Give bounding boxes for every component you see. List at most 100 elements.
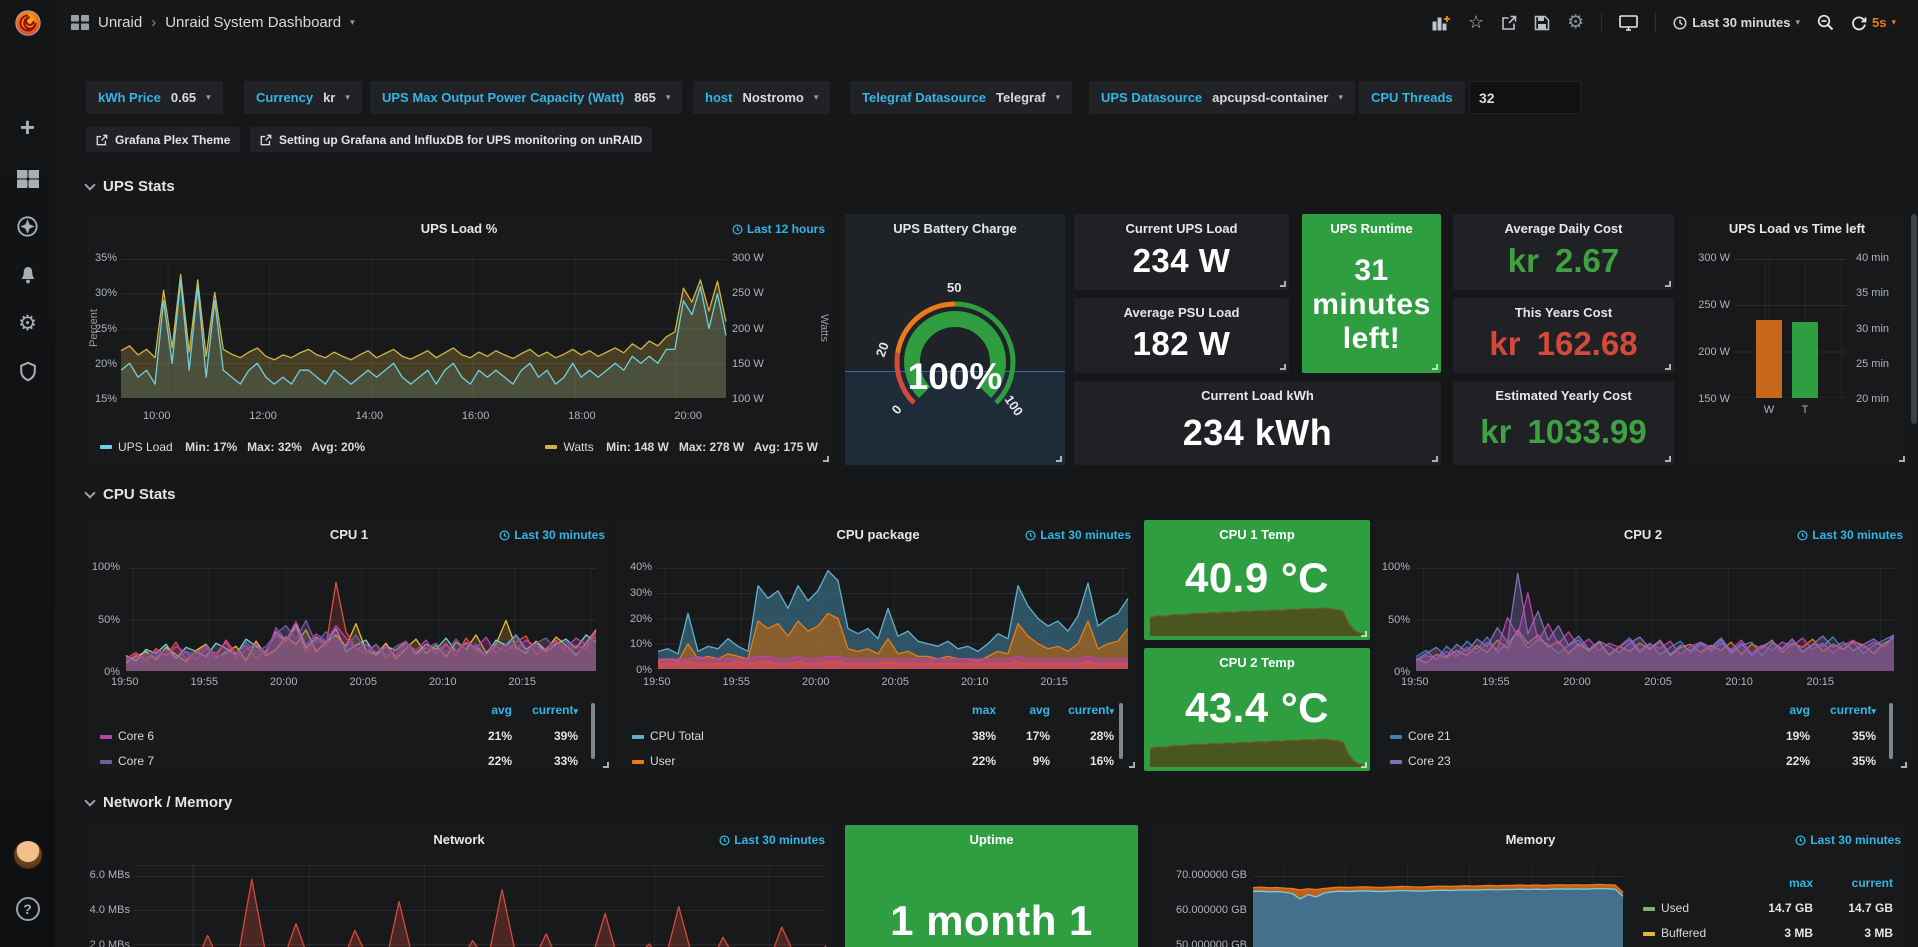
ups-vs-time-chart[interactable] [1734, 259, 1846, 398]
panel-resize-handle[interactable] [1665, 281, 1671, 287]
scrollbar-thumb[interactable] [1911, 214, 1917, 424]
network-chart[interactable] [134, 865, 826, 947]
legend-scrollbar[interactable] [591, 703, 595, 759]
variable-kwh-price[interactable]: kWh Price 0.65 ▾ [86, 81, 223, 114]
panel-resize-handle[interactable] [1432, 456, 1438, 462]
panel-resize-handle[interactable] [1901, 762, 1907, 768]
panel-title[interactable]: UPS Load vs Time left [1686, 221, 1908, 236]
avatar[interactable] [0, 838, 55, 872]
variable-telegraf-datasource[interactable]: Telegraf Datasource Telegraf ▾ [850, 81, 1072, 114]
legend-sort-current[interactable]: current▾ [512, 698, 578, 724]
panel-title[interactable]: UPS Load % [86, 221, 832, 236]
legend-item[interactable]: Core 23 [1390, 749, 1746, 774]
panel-resize-handle[interactable] [1129, 762, 1135, 768]
legend-item[interactable]: User [632, 749, 926, 774]
panel-resize-handle[interactable] [603, 762, 609, 768]
panel-resize-handle[interactable] [1665, 456, 1671, 462]
panel-resize-handle[interactable] [1361, 631, 1367, 637]
legend-watts[interactable]: Watts Min: 148 W Max: 278 W Avg: 175 W [545, 438, 818, 456]
panel-time-badge[interactable]: Last 30 minutes [719, 833, 825, 847]
legend-ups-load[interactable]: UPS Load Min: 17% Max: 32% Avg: 20% [100, 438, 365, 456]
share-button[interactable] [1501, 15, 1517, 31]
panel-time-badge[interactable]: Last 30 minutes [1795, 833, 1901, 847]
legend-item[interactable]: Buffered [1643, 921, 1749, 946]
grafana-logo[interactable] [0, 6, 55, 40]
kiosk-mode-button[interactable] [1619, 15, 1638, 31]
panel-title[interactable]: UPS Runtime [1302, 221, 1441, 236]
explore-icon[interactable] [0, 209, 55, 243]
panel-resize-handle[interactable] [823, 456, 829, 462]
breadcrumb-folder[interactable]: Unraid [98, 14, 142, 31]
star-button[interactable]: ☆ [1468, 12, 1484, 33]
section-network-memory[interactable]: Network / Memory [86, 794, 232, 811]
panel-time-badge[interactable]: Last 30 minutes [499, 528, 605, 542]
dashboards-icon[interactable] [0, 162, 55, 196]
legend-item[interactable]: Core 6 [100, 724, 448, 749]
cpu1-chart[interactable] [126, 568, 596, 671]
refresh-button[interactable]: 5s ▾ [1851, 15, 1896, 31]
legend-sort-current[interactable]: current▾ [1050, 698, 1114, 724]
legend-item[interactable]: Used [1643, 896, 1749, 921]
panel-resize-handle[interactable] [1432, 364, 1438, 370]
dashboard-caret-icon[interactable]: ▾ [350, 17, 355, 28]
legend-item[interactable]: Core 7 [100, 749, 448, 774]
configuration-icon[interactable]: ⚙ [0, 306, 55, 340]
panel-resize-handle[interactable] [1280, 281, 1286, 287]
cpu-threads-input[interactable] [1469, 81, 1581, 114]
panel-title[interactable]: Uptime [845, 832, 1138, 847]
add-panel-button[interactable] [1432, 15, 1451, 31]
legend-sort-max[interactable]: max [926, 698, 996, 724]
ups-load-chart[interactable] [121, 259, 726, 398]
panel-time-badge[interactable]: Last 12 hours [732, 222, 825, 236]
zoom-out-button[interactable] [1817, 14, 1834, 31]
bar-time-left[interactable] [1792, 322, 1818, 398]
panel-title[interactable]: CPU 2 Temp [1144, 655, 1370, 670]
panel-title[interactable]: This Years Cost [1453, 305, 1674, 320]
cpu-package-chart[interactable] [658, 568, 1128, 669]
legend-sort-avg[interactable]: avg [1746, 698, 1810, 724]
server-admin-icon[interactable] [0, 354, 55, 388]
save-button[interactable] [1534, 15, 1550, 31]
alerting-icon[interactable] [0, 258, 55, 292]
panel-title[interactable]: Current Load kWh [1074, 388, 1441, 403]
panel-title[interactable]: Current UPS Load [1074, 221, 1289, 236]
panel-time-badge[interactable]: Last 30 minutes [1025, 528, 1131, 542]
panel-title[interactable]: Estimated Yearly Cost [1453, 388, 1674, 403]
section-ups-stats[interactable]: UPS Stats [86, 178, 175, 195]
panel-title[interactable]: Average PSU Load [1074, 305, 1289, 320]
legend-sort-avg[interactable]: avg [996, 698, 1050, 724]
legend-scrollbar[interactable] [1889, 703, 1893, 759]
panel-resize-handle[interactable] [1899, 456, 1905, 462]
dashboard-title[interactable]: Unraid System Dashboard [165, 14, 341, 31]
memory-chart[interactable] [1253, 865, 1623, 947]
panel-title[interactable]: CPU 1 Temp [1144, 527, 1370, 542]
variable-ups-datasource[interactable]: UPS Datasource apcupsd-container ▾ [1089, 81, 1355, 114]
legend-sort-avg[interactable]: avg [448, 698, 512, 724]
legend-sort-max[interactable]: max [1749, 871, 1813, 896]
section-cpu-stats[interactable]: CPU Stats [86, 486, 176, 503]
variable-ups-max-output[interactable]: UPS Max Output Power Capacity (Watt) 865… [370, 81, 682, 114]
time-range-picker[interactable]: Last 30 minutes ▾ [1673, 15, 1800, 30]
panel-title[interactable]: Average Daily Cost [1453, 221, 1674, 236]
legend-scrollbar[interactable] [1119, 703, 1123, 759]
legend-sort-current[interactable]: current [1813, 871, 1893, 896]
variable-host[interactable]: host Nostromo ▾ [693, 81, 830, 114]
refresh-caret-icon[interactable]: ▾ [1891, 17, 1896, 28]
variable-currency[interactable]: Currency kr ▾ [244, 81, 362, 114]
panel-resize-handle[interactable] [1665, 364, 1671, 370]
panel-resize-handle[interactable] [1361, 762, 1367, 768]
create-icon[interactable]: + [0, 110, 55, 144]
cpu2-chart[interactable] [1416, 568, 1894, 671]
page-scrollbar[interactable] [1911, 0, 1917, 947]
link-grafana-plex-theme[interactable]: Grafana Plex Theme [86, 127, 240, 152]
help-icon[interactable]: ? [0, 892, 55, 926]
settings-button[interactable]: ⚙ [1567, 11, 1584, 34]
refresh-interval-label[interactable]: 5s [1872, 15, 1886, 30]
panel-resize-handle[interactable] [1280, 364, 1286, 370]
legend-sort-current[interactable]: current▾ [1810, 698, 1876, 724]
panel-resize-handle[interactable] [1056, 456, 1062, 462]
panel-time-badge[interactable]: Last 30 minutes [1797, 528, 1903, 542]
legend-item[interactable]: CPU Total [632, 724, 926, 749]
link-ups-monitoring-guide[interactable]: Setting up Grafana and InfluxDB for UPS … [250, 127, 652, 152]
bar-watts[interactable] [1756, 320, 1782, 398]
